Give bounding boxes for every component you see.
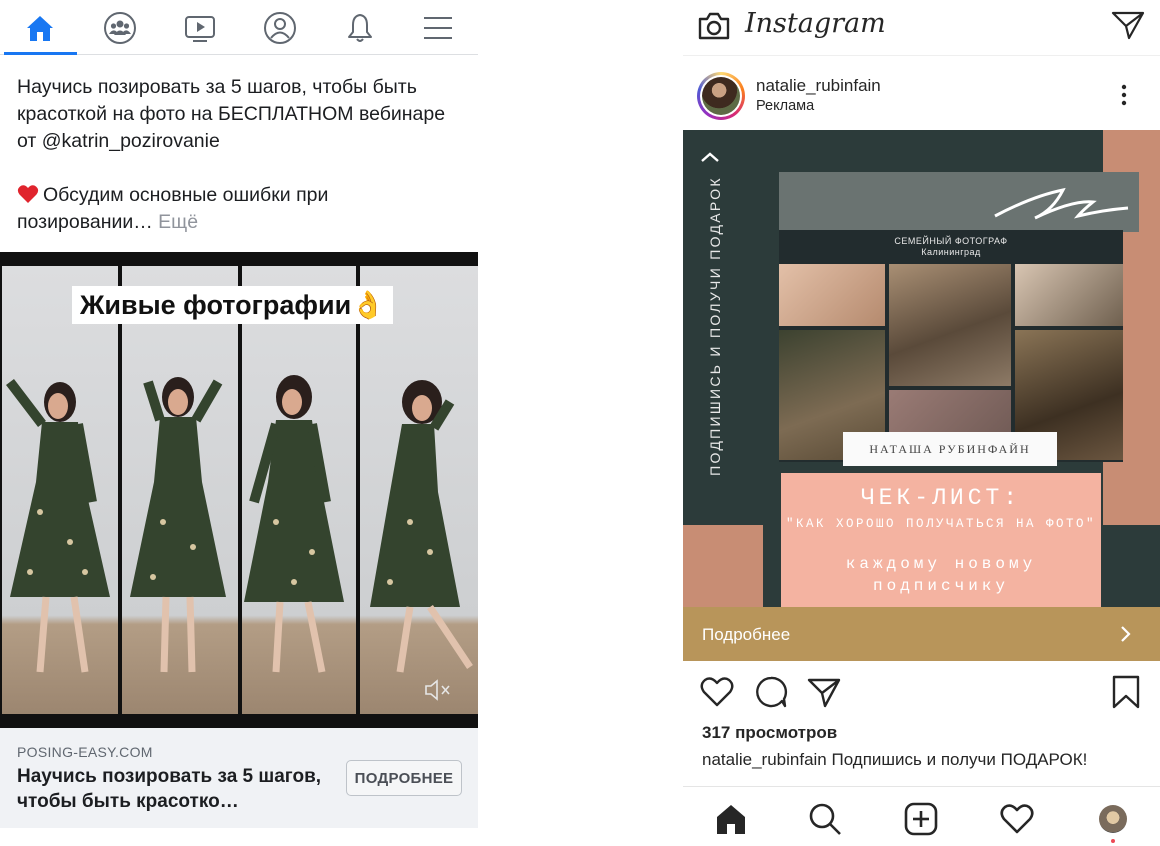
share-icon[interactable]: [806, 674, 842, 710]
menu-icon: [424, 16, 452, 39]
chevron-right-icon: [1121, 626, 1131, 642]
creative-vertical-text-label: ПОДПИШИСЬ И ПОЛУЧИ ПОДАРОК: [707, 176, 723, 476]
post-paragraph-2: Обсудим основные ошибки при позировании……: [17, 182, 467, 236]
caption-username[interactable]: natalie_rubinfain: [702, 750, 827, 769]
checklist-offer: каждому новому подписчику: [845, 555, 1037, 595]
nav-notifications-button[interactable]: [320, 0, 400, 55]
post-caption: natalie_rubinfain Подпишись и получи ПОД…: [702, 750, 1152, 770]
collage-header-line2: Калининград: [921, 247, 981, 257]
advertiser-avatar[interactable]: [697, 72, 745, 120]
instagram-logo: Instagram: [745, 8, 886, 39]
groups-icon: [104, 11, 136, 44]
like-icon[interactable]: [699, 674, 735, 710]
post-paragraph-1: Научись позировать за 5 шагов, чтобы быт…: [17, 76, 446, 152]
notification-dot: [1111, 839, 1115, 843]
nav-menu-button[interactable]: [398, 0, 478, 55]
nav-profile-button[interactable]: [240, 0, 320, 55]
checklist-subtitle: "КАК ХОРОШО ПОЛУЧАТЬСЯ НА ФОТО": [785, 517, 1097, 531]
more-options-icon[interactable]: [1121, 84, 1127, 106]
collage-photo-3: [1015, 264, 1123, 326]
nav-groups-button[interactable]: [80, 0, 160, 55]
mute-icon[interactable]: [424, 678, 452, 702]
watch-icon: [185, 15, 215, 42]
link-domain: POSING-EASY.COM: [17, 744, 153, 760]
learn-more-bar[interactable]: Подробнее: [683, 607, 1160, 661]
home-icon[interactable]: [713, 801, 749, 837]
advertiser-username[interactable]: natalie_rubinfain: [756, 76, 881, 96]
post-text: Научись позировать за 5 шагов, чтобы быт…: [17, 74, 467, 263]
post-header: natalie_rubinfain Реклама: [683, 56, 1160, 130]
comment-icon[interactable]: [753, 674, 789, 710]
creative-vertical-text: ПОДПИШИСЬ И ПОЛУЧИ ПОДАРОК: [704, 176, 726, 476]
collage-header-line1: СЕМЕЙНЫЙ ФОТОГРАФ: [894, 236, 1008, 246]
facebook-ad-panel: Научись позировать за 5 шагов, чтобы быт…: [0, 0, 478, 846]
checklist-title: ЧЕК-ЛИСТ:: [860, 485, 1022, 511]
collage-photo-1: [779, 264, 885, 326]
link-preview[interactable]: POSING-EASY.COM Научись позировать за 5 …: [0, 728, 478, 828]
active-tab-indicator: [4, 52, 77, 55]
photographer-name-plate: НАТАША РУБИНФАЙН: [843, 432, 1057, 466]
post-actions: [683, 668, 1160, 714]
activity-icon[interactable]: [999, 801, 1035, 837]
direct-message-icon[interactable]: [1111, 10, 1145, 40]
instagram-top-bar: Instagram: [683, 0, 1160, 56]
caption-text: Подпишись и получи ПОДАРОК!: [831, 750, 1088, 769]
profile-icon: [264, 11, 296, 44]
heart-emoji-icon: [17, 185, 39, 203]
new-post-icon[interactable]: [903, 801, 939, 837]
search-icon[interactable]: [807, 801, 843, 837]
photo-collage: СЕМЕЙНЫЙ ФОТОГРАФ Калининград: [779, 230, 1123, 462]
profile-avatar[interactable]: [1099, 805, 1127, 833]
collage-header: СЕМЕЙНЫЙ ФОТОГРАФ Калининград: [779, 230, 1123, 262]
instagram-ad-panel: Instagram natalie_rubinfain Реклама ПОДП…: [683, 0, 1160, 846]
bookmark-icon[interactable]: [1108, 674, 1144, 710]
see-more-link[interactable]: Ещё: [158, 211, 198, 233]
learn-more-button[interactable]: ПОДРОБНЕЕ: [346, 760, 462, 796]
checklist-banner: ЧЕК-ЛИСТ: "КАК ХОРОШО ПОЛУЧАТЬСЯ НА ФОТО…: [781, 473, 1101, 607]
chevron-up-icon: [701, 152, 719, 162]
learn-more-label: Подробнее: [702, 625, 791, 644]
sponsored-label: Реклама: [756, 98, 815, 114]
instagram-bottom-nav: [683, 786, 1160, 846]
facebook-top-nav: [0, 0, 478, 55]
camera-icon[interactable]: [697, 10, 731, 42]
notifications-icon: [348, 13, 372, 42]
video-caption: Живые фотографии👌: [72, 286, 393, 324]
collage-photo-2: [889, 264, 1011, 386]
home-icon: [27, 15, 53, 41]
nav-watch-button[interactable]: [160, 0, 240, 55]
nav-home-button[interactable]: [0, 0, 80, 55]
views-count: 317 просмотров: [702, 723, 838, 742]
link-headline: Научись позировать за 5 шагов, чтобы быт…: [17, 766, 322, 812]
ad-creative-image[interactable]: ПОДПИШИСЬ И ПОЛУЧИ ПОДАРОК СЕМЕЙНЫЙ ФОТО…: [683, 130, 1160, 607]
